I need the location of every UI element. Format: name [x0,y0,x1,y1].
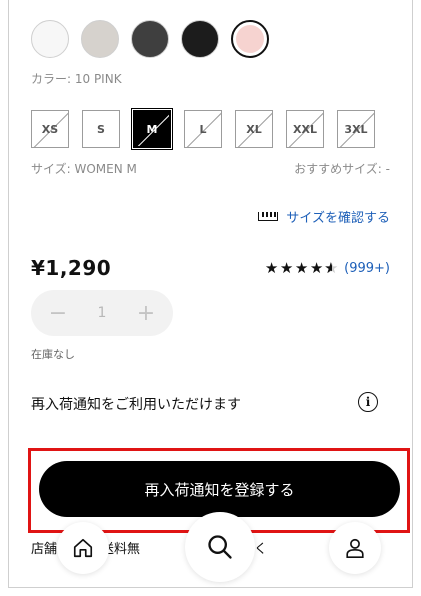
price: ¥1,290 [31,256,112,280]
home-icon [73,538,93,558]
size-options: XS S M L XL XXL 3XL [31,108,375,150]
quantity-increase-button[interactable]: + [135,301,157,326]
user-icon [346,538,364,558]
product-panel: カラー: 10 PINK XS S M L XL XXL 3XL サイズ: WO… [8,0,413,588]
size-s[interactable]: S [82,110,120,148]
size-3xl[interactable]: 3XL [337,110,375,148]
restock-notice-text: 再入荷通知をご利用いただけます [31,397,241,413]
restock-notify-button-label: 再入荷通知を登録する [144,480,295,499]
color-swatches [31,20,269,58]
recommended-size-label: おすすめサイズ: - [294,162,390,176]
half-star-icon: ★★ [324,259,339,277]
color-label: カラー: 10 PINK [31,72,122,86]
quantity-value: 1 [97,305,107,321]
nav-search-button[interactable] [185,512,255,582]
quantity-stepper: − 1 + [31,290,173,336]
color-swatch-dark-gray[interactable] [131,20,169,58]
nav-account-button[interactable] [329,522,381,574]
size-guide-link[interactable]: サイズを確認する [258,207,390,226]
ruler-icon [258,212,279,221]
restock-notify-button[interactable]: 再入荷通知を登録する [39,461,400,517]
size-l[interactable]: L [184,110,222,148]
star-icon: ★ [279,259,294,277]
quantity-decrease-button[interactable]: − [47,301,69,326]
size-xs[interactable]: XS [31,110,69,148]
size-xl[interactable]: XL [235,110,273,148]
color-swatch-beige[interactable] [81,20,119,58]
size-m[interactable]: M [131,108,173,150]
info-icon[interactable]: i [358,392,378,412]
star-icon: ★ [264,259,279,277]
nav-home-button[interactable] [57,522,109,574]
size-xxl[interactable]: XXL [286,110,324,148]
rating[interactable]: ★ ★ ★ ★ ★★ (999+) [264,259,390,277]
size-label: サイズ: WOMEN M [31,162,137,176]
rating-stars: ★ ★ ★ ★ ★★ [264,259,339,277]
size-guide-link-label: サイズを確認する [286,211,390,226]
search-icon [208,535,232,559]
stock-status: 在庫なし [31,348,75,361]
color-swatch-pink[interactable] [231,20,269,58]
color-swatch-black[interactable] [181,20,219,58]
color-swatch-white[interactable] [31,20,69,58]
star-icon: ★ [294,259,309,277]
star-icon: ★ [309,259,324,277]
rating-count-link[interactable]: (999+) [344,261,390,276]
